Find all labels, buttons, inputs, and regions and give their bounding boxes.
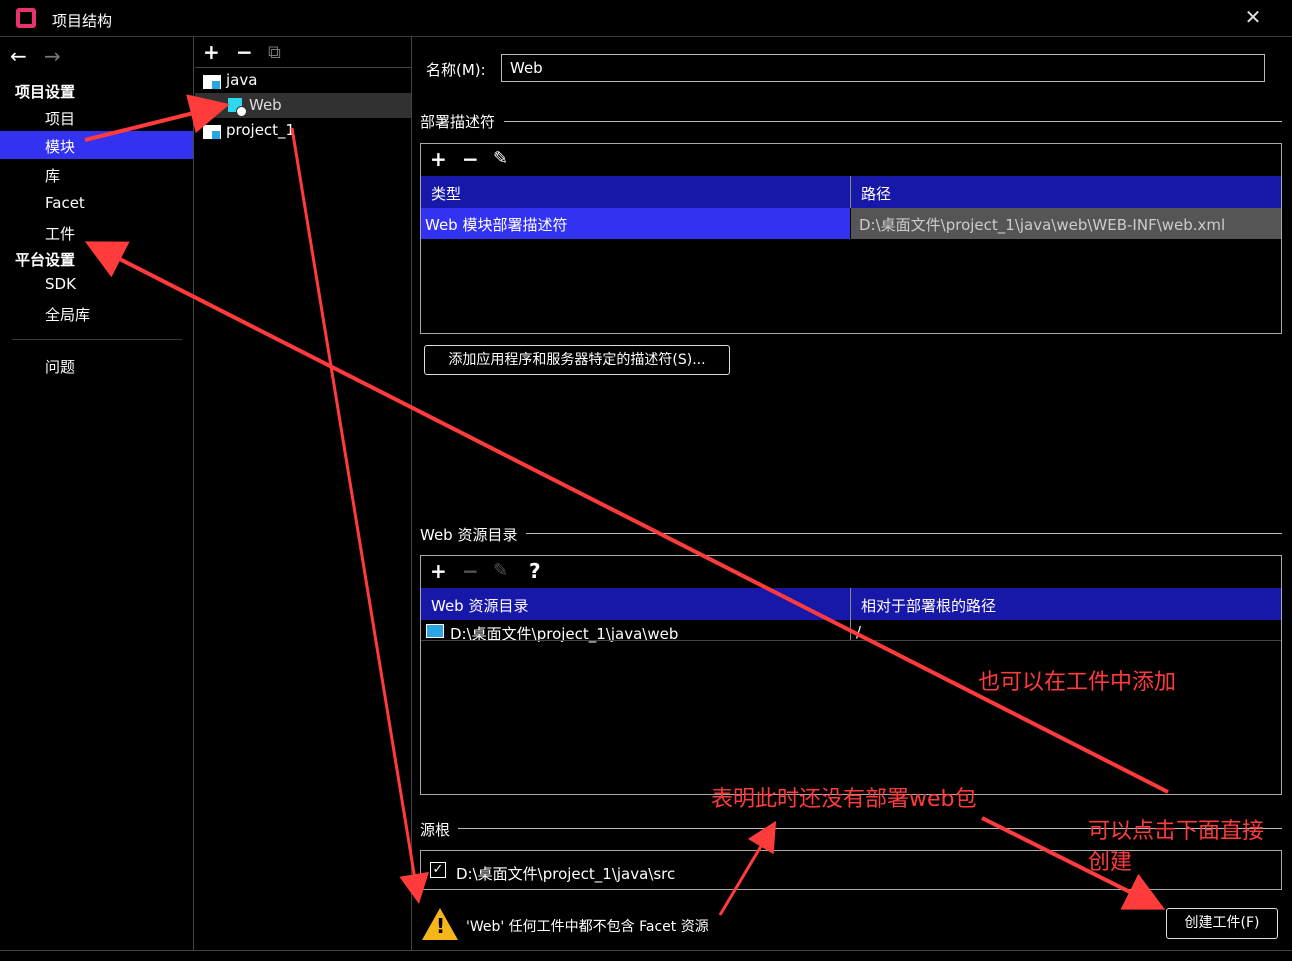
annotation-note-not-deployed: 表明此时还没有部署web包 xyxy=(711,787,977,812)
annotation-note-artifacts: 也可以在工件中添加 xyxy=(978,670,1177,695)
arrow-to-warning xyxy=(290,127,429,904)
arrow-modules-to-web xyxy=(84,94,230,142)
arrow-from-warning xyxy=(718,820,777,916)
arrow-to-artifacts xyxy=(84,241,1169,794)
annotation-note-click-below: 可以点击下面直接 xyxy=(1088,819,1265,844)
annotation-note-create: 创建 xyxy=(1088,850,1133,875)
